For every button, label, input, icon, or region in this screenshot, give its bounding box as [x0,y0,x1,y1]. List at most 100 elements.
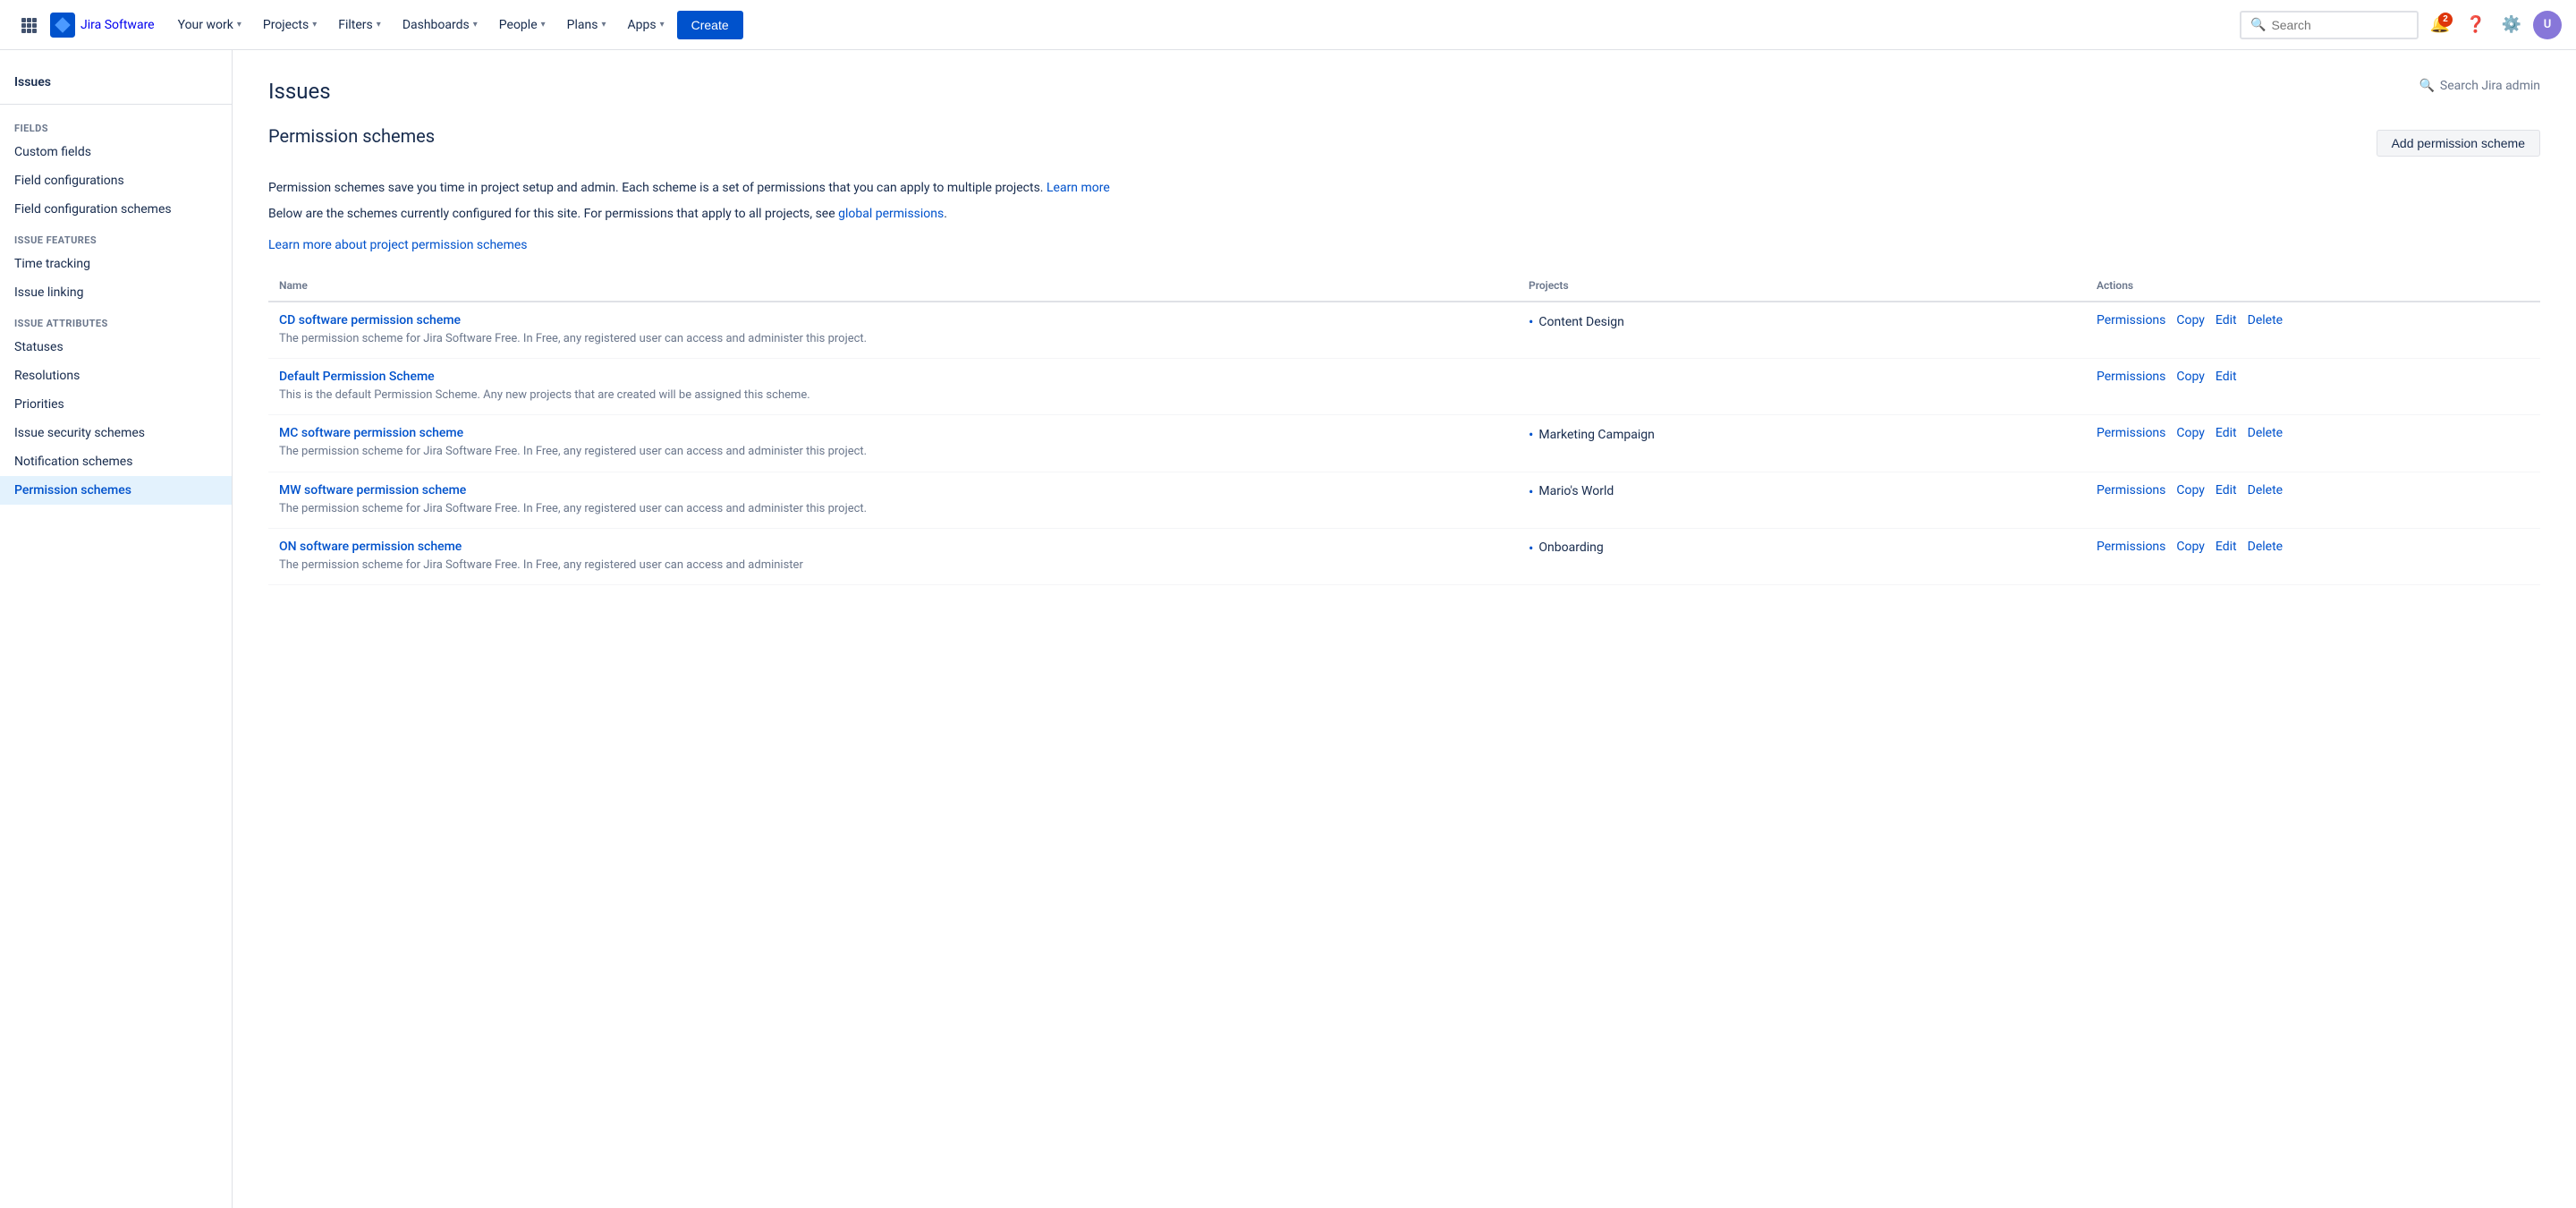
scheme-actions-cell: Permissions Copy Edit Delete [2086,528,2540,584]
bullet-icon: • [1529,313,1533,330]
action-copy-link[interactable]: Copy [2176,370,2205,384]
sidebar-item-resolutions[interactable]: Resolutions [0,362,232,390]
layout: Issues FIELDS Custom fields Field config… [0,50,2576,1208]
sidebar-issues-header: Issues [0,64,232,97]
project-item: •Marketing Campaign [1529,426,2075,443]
project-item: •Onboarding [1529,540,2075,557]
sidebar-section-fields: FIELDS [0,112,232,138]
action-edit-link[interactable]: Edit [2216,426,2237,440]
table-header-name: Name [268,270,1518,302]
global-permissions-link[interactable]: global permissions [838,207,944,221]
help-button[interactable]: ❓ [2462,11,2490,39]
add-permission-scheme-button[interactable]: Add permission scheme [2377,130,2540,157]
top-actions-bar: Issues 🔍 Search Jira admin [268,79,2540,125]
project-item: •Mario's World [1529,483,2075,500]
bullet-icon: • [1529,483,1533,500]
nav-dashboards[interactable]: Dashboards ▾ [394,11,487,39]
sidebar-item-custom-fields[interactable]: Custom fields [0,138,232,166]
scheme-name-link[interactable]: ON software permission scheme [279,540,1507,554]
learn-more-project-link[interactable]: Learn more about project permission sche… [268,238,528,252]
sidebar-item-issue-linking[interactable]: Issue linking [0,278,232,307]
scheme-name-cell: Default Permission Scheme This is the def… [268,359,1518,415]
scheme-name-link[interactable]: MC software permission scheme [279,426,1507,440]
chevron-down-icon: ▾ [601,20,606,30]
sidebar-item-notification-schemes[interactable]: Notification schemes [0,447,232,476]
scheme-projects-cell: •Onboarding [1518,528,2086,584]
table-header-actions: Actions [2086,270,2540,302]
chevron-down-icon: ▾ [660,20,665,30]
action-permissions-link[interactable]: Permissions [2097,483,2165,498]
gear-icon: ⚙️ [2502,15,2521,34]
action-edit-link[interactable]: Edit [2216,540,2237,554]
action-copy-link[interactable]: Copy [2176,483,2205,498]
action-permissions-link[interactable]: Permissions [2097,370,2165,384]
action-delete-link[interactable]: Delete [2248,313,2283,328]
scheme-projects-cell: •Marketing Campaign [1518,415,2086,472]
topnav-right: 🔍 🔔 2 ❓ ⚙️ U [2240,11,2562,39]
topnav: Jira Software Your work ▾ Projects ▾ Fil… [0,0,2576,50]
action-edit-link[interactable]: Edit [2216,483,2237,498]
action-edit-link[interactable]: Edit [2216,370,2237,384]
sidebar-item-issue-security-schemes[interactable]: Issue security schemes [0,419,232,447]
sidebar-item-field-configuration-schemes[interactable]: Field configuration schemes [0,195,232,224]
nav-your-work[interactable]: Your work ▾ [169,11,250,39]
table-header-projects: Projects [1518,270,2086,302]
action-copy-link[interactable]: Copy [2176,426,2205,440]
search-input[interactable] [2271,18,2408,32]
create-button[interactable]: Create [677,11,743,39]
nav-projects[interactable]: Projects ▾ [254,11,326,39]
scheme-projects-cell: •Mario's World [1518,472,2086,528]
scheme-actions-cell: Permissions Copy Edit Delete [2086,302,2540,359]
topnav-nav: Your work ▾ Projects ▾ Filters ▾ Dashboa… [169,11,2233,39]
grid-icon[interactable] [14,11,43,39]
table-row: ON software permission schemeThe permiss… [268,528,2540,584]
search-box[interactable]: 🔍 [2240,11,2419,39]
sidebar-item-time-tracking[interactable]: Time tracking [0,250,232,278]
action-copy-link[interactable]: Copy [2176,313,2205,328]
question-icon: ❓ [2466,15,2486,34]
sidebar-item-priorities[interactable]: Priorities [0,390,232,419]
settings-button[interactable]: ⚙️ [2497,11,2526,39]
scheme-name-cell: CD software permission scheme The permiss… [268,302,1518,359]
scheme-projects-cell [1518,359,2086,415]
scheme-description: The permission scheme for Jira Software … [279,445,867,458]
chevron-down-icon: ▾ [377,20,381,30]
action-delete-link[interactable]: Delete [2248,426,2283,440]
scheme-name-link[interactable]: Default Permission Scheme [279,370,1507,384]
notifications-button[interactable]: 🔔 2 [2426,11,2454,39]
action-permissions-link[interactable]: Permissions [2097,426,2165,440]
sidebar-item-statuses[interactable]: Statuses [0,333,232,362]
section-title: Permission schemes [268,125,435,147]
learn-more-inline-link[interactable]: Learn more [1046,181,1110,195]
scheme-description: The permission scheme for Jira Software … [279,332,867,345]
table-row: CD software permission scheme The permiss… [268,302,2540,359]
nav-apps[interactable]: Apps ▾ [619,11,674,39]
nav-people[interactable]: People ▾ [490,11,555,39]
logo[interactable]: Jira Software [50,13,155,38]
sidebar-item-field-configurations[interactable]: Field configurations [0,166,232,195]
scheme-name-cell: MW software permission schemeThe permiss… [268,472,1518,528]
sidebar-section-issue-attributes: ISSUE ATTRIBUTES [0,307,232,333]
nav-plans[interactable]: Plans ▾ [558,11,615,39]
scheme-name-link[interactable]: MW software permission scheme [279,483,1507,498]
table-row: MC software permission scheme The permiss… [268,415,2540,472]
search-jira-admin[interactable]: 🔍 Search Jira admin [2419,79,2540,93]
action-permissions-link[interactable]: Permissions [2097,313,2165,328]
scheme-description: This is the default Permission Scheme. A… [279,388,810,402]
search-admin-icon: 🔍 [2419,79,2434,93]
table-row: MW software permission schemeThe permiss… [268,472,2540,528]
nav-filters[interactable]: Filters ▾ [329,11,390,39]
chevron-down-icon: ▾ [237,20,242,30]
action-delete-link[interactable]: Delete [2248,540,2283,554]
logo-text: Jira Software [80,18,155,32]
action-edit-link[interactable]: Edit [2216,313,2237,328]
action-delete-link[interactable]: Delete [2248,483,2283,498]
action-permissions-link[interactable]: Permissions [2097,540,2165,554]
action-copy-link[interactable]: Copy [2176,540,2205,554]
avatar[interactable]: U [2533,11,2562,39]
page-title: Issues [268,79,331,104]
scheme-name-link[interactable]: CD software permission scheme [279,313,1507,328]
chevron-down-icon: ▾ [473,20,478,30]
chevron-down-icon: ▾ [541,20,546,30]
sidebar-item-permission-schemes[interactable]: Permission schemes [0,476,232,505]
